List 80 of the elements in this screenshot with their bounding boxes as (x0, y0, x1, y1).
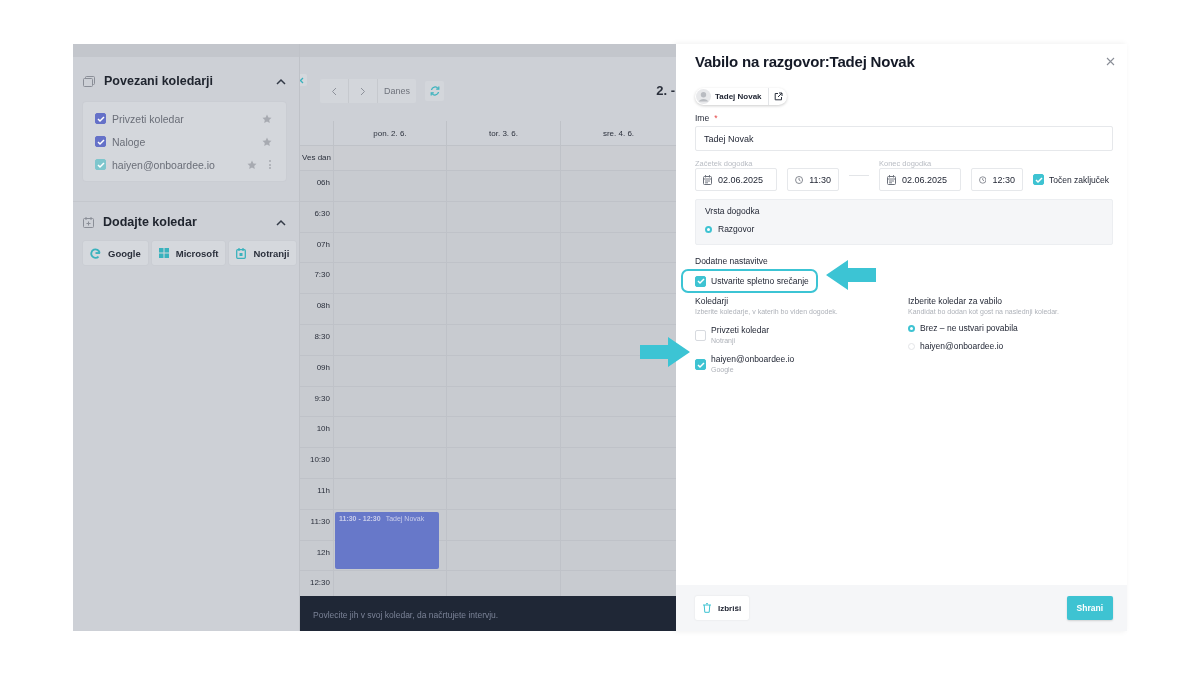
required-mark: * (714, 113, 718, 123)
google-g-icon (90, 247, 101, 259)
star-icon[interactable] (247, 159, 257, 170)
day-header: sre. 4. 6. (602, 128, 635, 138)
radio-label: Razgovor (718, 224, 755, 234)
radio-button[interactable] (908, 324, 915, 332)
time-label: 07h (316, 239, 330, 249)
time-label: 7:30 (314, 270, 330, 280)
time-label: 06h (316, 178, 330, 187)
calendar-icon (236, 247, 247, 259)
time-label: 12h (316, 547, 330, 557)
checkbox[interactable] (695, 330, 706, 341)
trash-icon (703, 603, 711, 613)
section-title: Dodajte koledar (103, 215, 198, 229)
candidate-name[interactable]: Tadej Novak (711, 88, 769, 105)
time-label: 9:30 (314, 393, 330, 403)
time-field[interactable]: 12:30 (971, 168, 1023, 191)
time-label: 6:30 (314, 208, 330, 218)
chevron-right-icon (360, 86, 366, 96)
radio-button[interactable] (705, 225, 712, 233)
checkbox[interactable] (695, 275, 706, 287)
calendar-icon (887, 174, 896, 185)
calendar-icon (703, 174, 712, 185)
clock-icon (979, 174, 987, 185)
checkbox[interactable] (1033, 174, 1044, 185)
time-field[interactable]: 11:30 (787, 168, 839, 191)
calendar-name: haiyen@onboardee.io (112, 158, 216, 171)
star-icon[interactable] (262, 113, 272, 124)
clock-icon (795, 174, 804, 185)
day-header: tor. 3. 6. (489, 128, 518, 138)
provider-button[interactable]: Google (83, 241, 148, 265)
time-label: 8:30 (314, 332, 330, 341)
checkbox-label: Točen zaključek (1049, 174, 1109, 185)
field-label: Ime (695, 113, 710, 123)
calendar-name: Privzeti koledar (711, 325, 770, 335)
provider-button[interactable]: Notranji (229, 241, 297, 265)
panel-title: Vrsta dogodka (705, 206, 761, 216)
time-label: 10:30 (309, 455, 330, 465)
dialog-title: Vabilo na razgovor:Tadej Novak (695, 53, 916, 71)
pointer-arrow (640, 337, 690, 367)
checkbox[interactable] (695, 359, 706, 370)
time-label: 11:30 (310, 516, 330, 526)
calendar-add-icon (83, 216, 94, 228)
delete-button[interactable]: Izbriši (695, 596, 750, 620)
refresh-button[interactable] (425, 81, 444, 101)
time-label: 12:30 (309, 578, 330, 588)
avatar-icon (696, 89, 711, 104)
pointer-arrow (826, 260, 876, 290)
radio-label: haiyen@onboardee.io (920, 341, 1004, 351)
day-header: pon. 2. 6. (373, 128, 407, 138)
section-title: Dodatne nastavitve (695, 256, 769, 266)
date-range-title: 2. - (656, 83, 675, 98)
radio-label: Brez – ne ustvari povabila (920, 323, 1018, 333)
calendar-name: Naloge (112, 135, 147, 148)
provider-button[interactable]: Microsoft (151, 241, 226, 265)
calendar-checkbox[interactable] (95, 113, 106, 124)
all-day-label: Ves dan (301, 152, 332, 164)
time-label: 11h (317, 485, 330, 495)
calendar-checkbox[interactable] (95, 159, 106, 170)
section-title: Izberite koledar za vabilo (908, 296, 1004, 306)
checkbox-label: Ustvarite spletno srečanje (711, 276, 809, 286)
time-label: 10h (316, 424, 330, 434)
date-field[interactable]: 02.06.2025 (695, 168, 777, 191)
calendars-icon (83, 75, 95, 87)
star-icon[interactable] (262, 136, 272, 147)
time-label: 09h (316, 362, 330, 372)
time-label: 08h (316, 301, 330, 311)
date-field[interactable]: 02.06.2025 (879, 168, 961, 191)
calendar-name: Privzeti koledar (112, 112, 185, 125)
section-title: Povezani koledarji (104, 74, 215, 88)
refresh-icon (429, 86, 440, 96)
footer-hint: Povlecite jih v svoj koledar, da načrtujete intervju. (300, 596, 676, 631)
chevron-left-icon (331, 86, 337, 96)
calendar-name: haiyen@onboardee.io (711, 354, 795, 364)
section-title: Koledarji (695, 296, 730, 306)
calendar-checkbox[interactable] (95, 136, 106, 147)
windows-grid-icon (158, 248, 169, 258)
chevron-icon[interactable] (276, 77, 286, 85)
chevron-icon[interactable] (276, 218, 286, 226)
name-field[interactable]: Tadej Novak (695, 126, 1113, 151)
